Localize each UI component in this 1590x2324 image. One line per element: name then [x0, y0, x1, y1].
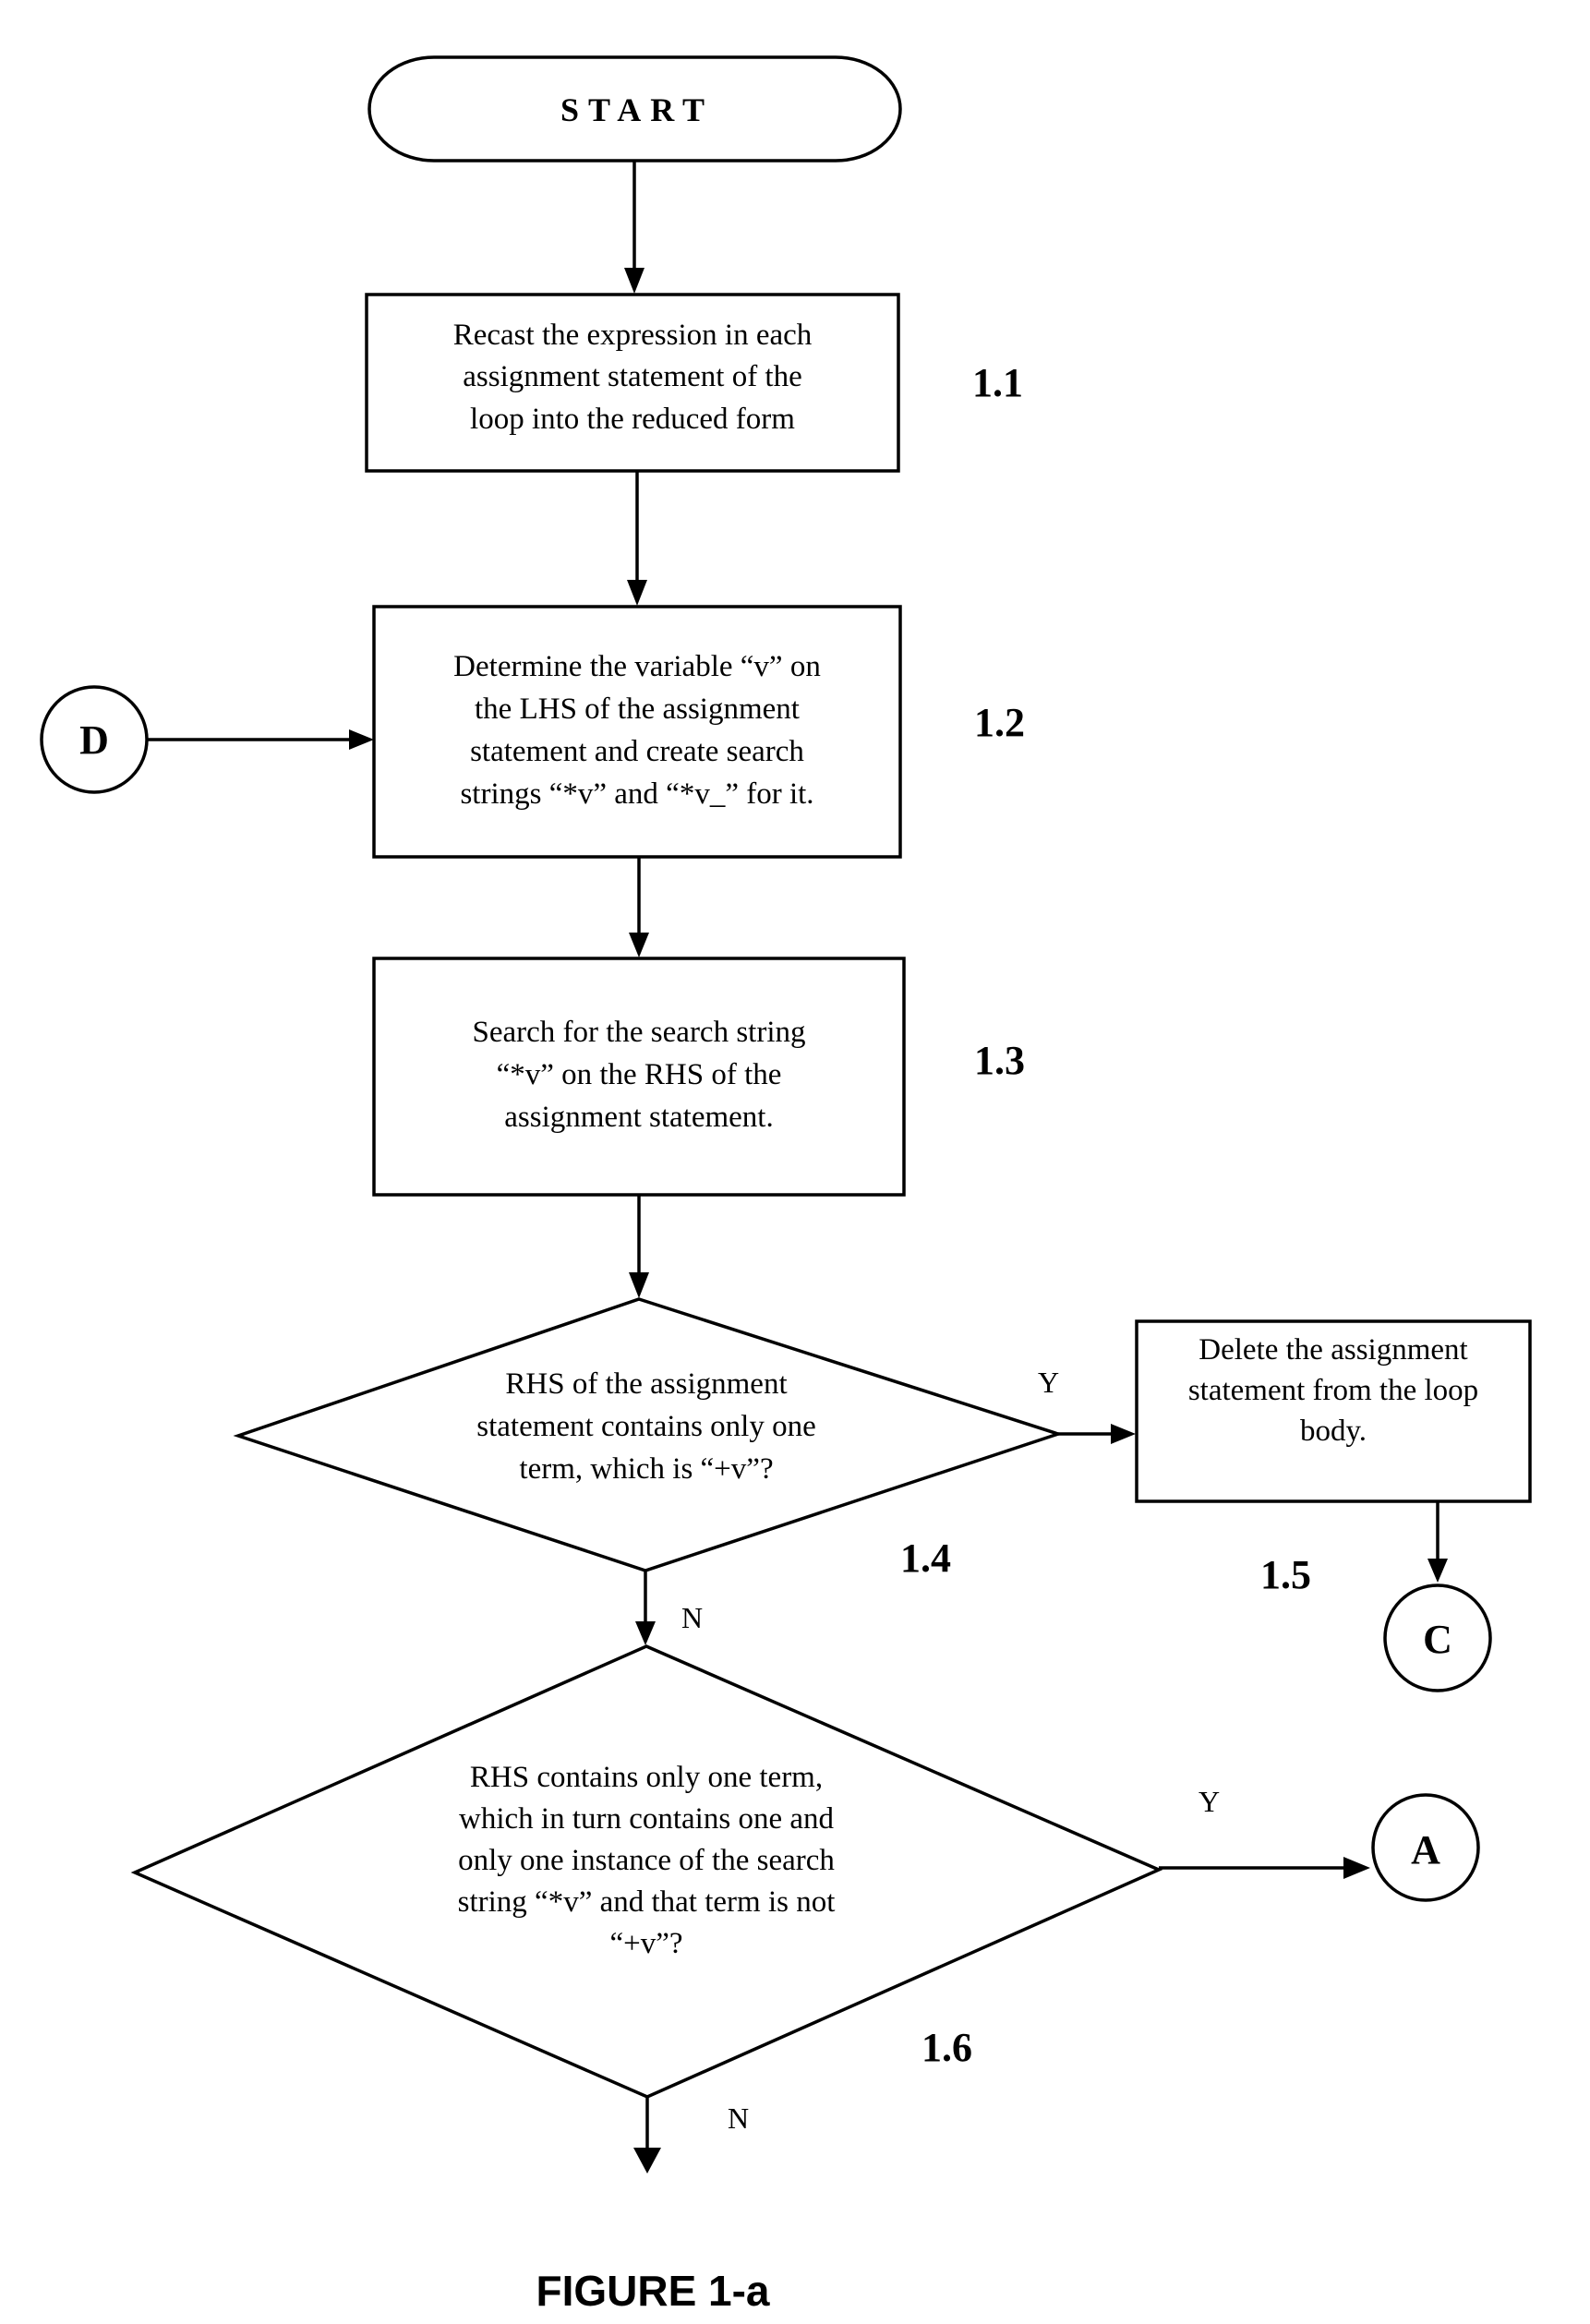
- step-number-1-2: 1.2: [974, 700, 1025, 745]
- step-1-4-decision-diamond: RHS of the assignment statement contains…: [233, 1297, 1064, 1572]
- yes-label-1-6: Y: [1199, 1785, 1220, 1818]
- arrowhead-icon: [349, 729, 374, 750]
- no-label-1-6: N: [728, 2101, 749, 2135]
- decision-text-line: term, which is “+v”?: [519, 1452, 773, 1486]
- step-text-line: Determine the variable “v” on: [453, 650, 821, 683]
- step-1-2-process-box: Determine the variable “v” on the LHS of…: [372, 605, 902, 859]
- arrowhead-icon: [629, 933, 649, 957]
- yes-label-1-4: Y: [1038, 1366, 1059, 1399]
- arrowhead-icon: [633, 2148, 661, 2173]
- flowchart: START Recast the expression in each assi…: [40, 55, 1532, 2315]
- step-text-line: statement and create search: [470, 735, 804, 768]
- step-text-line: loop into the reduced form: [470, 403, 795, 436]
- arrowhead-icon: [629, 1272, 649, 1298]
- step-text-line: assignment statement of the: [463, 360, 802, 393]
- step-number-1-4: 1.4: [900, 1535, 951, 1581]
- process-box: [372, 605, 902, 859]
- step-text-line: Delete the assignment: [1199, 1333, 1467, 1367]
- decision-text-line: string “*v” and that term is not: [458, 1885, 836, 1919]
- arrow-d-to-1-2: [147, 729, 374, 750]
- step-text-line: Search for the search string: [472, 1016, 805, 1049]
- arrow-1-1-to-1-2: [627, 471, 647, 606]
- figure-caption: FIGURE 1-a: [536, 2267, 769, 2315]
- connector-a-label: A: [1411, 1827, 1440, 1872]
- arrowhead-icon: [627, 580, 647, 606]
- arrowhead-icon: [1427, 1559, 1448, 1583]
- arrowhead-icon: [624, 268, 644, 294]
- step-1-1-process-box: Recast the expression in each assignment…: [365, 293, 900, 473]
- step-number-1-6: 1.6: [921, 2025, 972, 2070]
- arrowhead-icon: [1343, 1857, 1370, 1879]
- arrow-1-2-to-1-3: [629, 857, 649, 957]
- connector-d-label: D: [79, 717, 109, 763]
- step-number-1-1: 1.1: [972, 360, 1023, 405]
- step-number-1-5: 1.5: [1260, 1552, 1311, 1597]
- connector-c: C: [1383, 1583, 1492, 1692]
- step-1-5-process-box: Delete the assignment statement from the…: [1135, 1319, 1532, 1503]
- decision-text-line: which in turn contains one and: [459, 1802, 834, 1836]
- arrow-1-3-to-1-4: [629, 1195, 649, 1298]
- connector-a: A: [1371, 1793, 1480, 1902]
- arrow-1-5-to-c: [1427, 1501, 1448, 1583]
- step-number-1-3: 1.3: [974, 1038, 1025, 1083]
- decision-text-line: statement contains only one: [476, 1410, 816, 1443]
- arrow-1-4-yes-to-1-5: [1058, 1424, 1136, 1444]
- no-label-1-4: N: [681, 1601, 703, 1634]
- start-terminator: START: [367, 55, 902, 163]
- decision-text-line: “+v”?: [609, 1927, 682, 1960]
- step-text-line: the LHS of the assignment: [475, 692, 800, 726]
- decision-text-line: RHS of the assignment: [505, 1367, 787, 1401]
- arrow-1-4-no-to-1-6: [635, 1571, 656, 1645]
- step-1-3-process-box: Search for the search string “*v” on the…: [372, 957, 906, 1197]
- arrowhead-icon: [635, 1621, 656, 1645]
- step-text-line: Recast the expression in each: [453, 319, 813, 352]
- connector-c-label: C: [1423, 1617, 1452, 1662]
- decision-text-line: RHS contains only one term,: [470, 1761, 823, 1794]
- step-text-line: assignment statement.: [504, 1101, 773, 1134]
- start-label: START: [560, 91, 714, 128]
- step-text-line: statement from the loop: [1188, 1374, 1478, 1407]
- step-text-line: “*v” on the RHS of the: [497, 1058, 782, 1091]
- arrow-start-to-1-1: [624, 161, 644, 294]
- step-text-line: body.: [1300, 1415, 1367, 1448]
- decision-text-line: only one instance of the search: [458, 1844, 835, 1877]
- arrow-1-6-no-continuation: [633, 2097, 661, 2173]
- arrowhead-icon: [1111, 1424, 1136, 1444]
- arrow-1-6-yes-to-a: [1159, 1857, 1370, 1879]
- step-text-line: strings “*v” and “*v_” for it.: [460, 777, 813, 811]
- step-1-6-decision-diamond: RHS contains only one term, which in tur…: [130, 1644, 1163, 2099]
- connector-d: D: [40, 685, 149, 794]
